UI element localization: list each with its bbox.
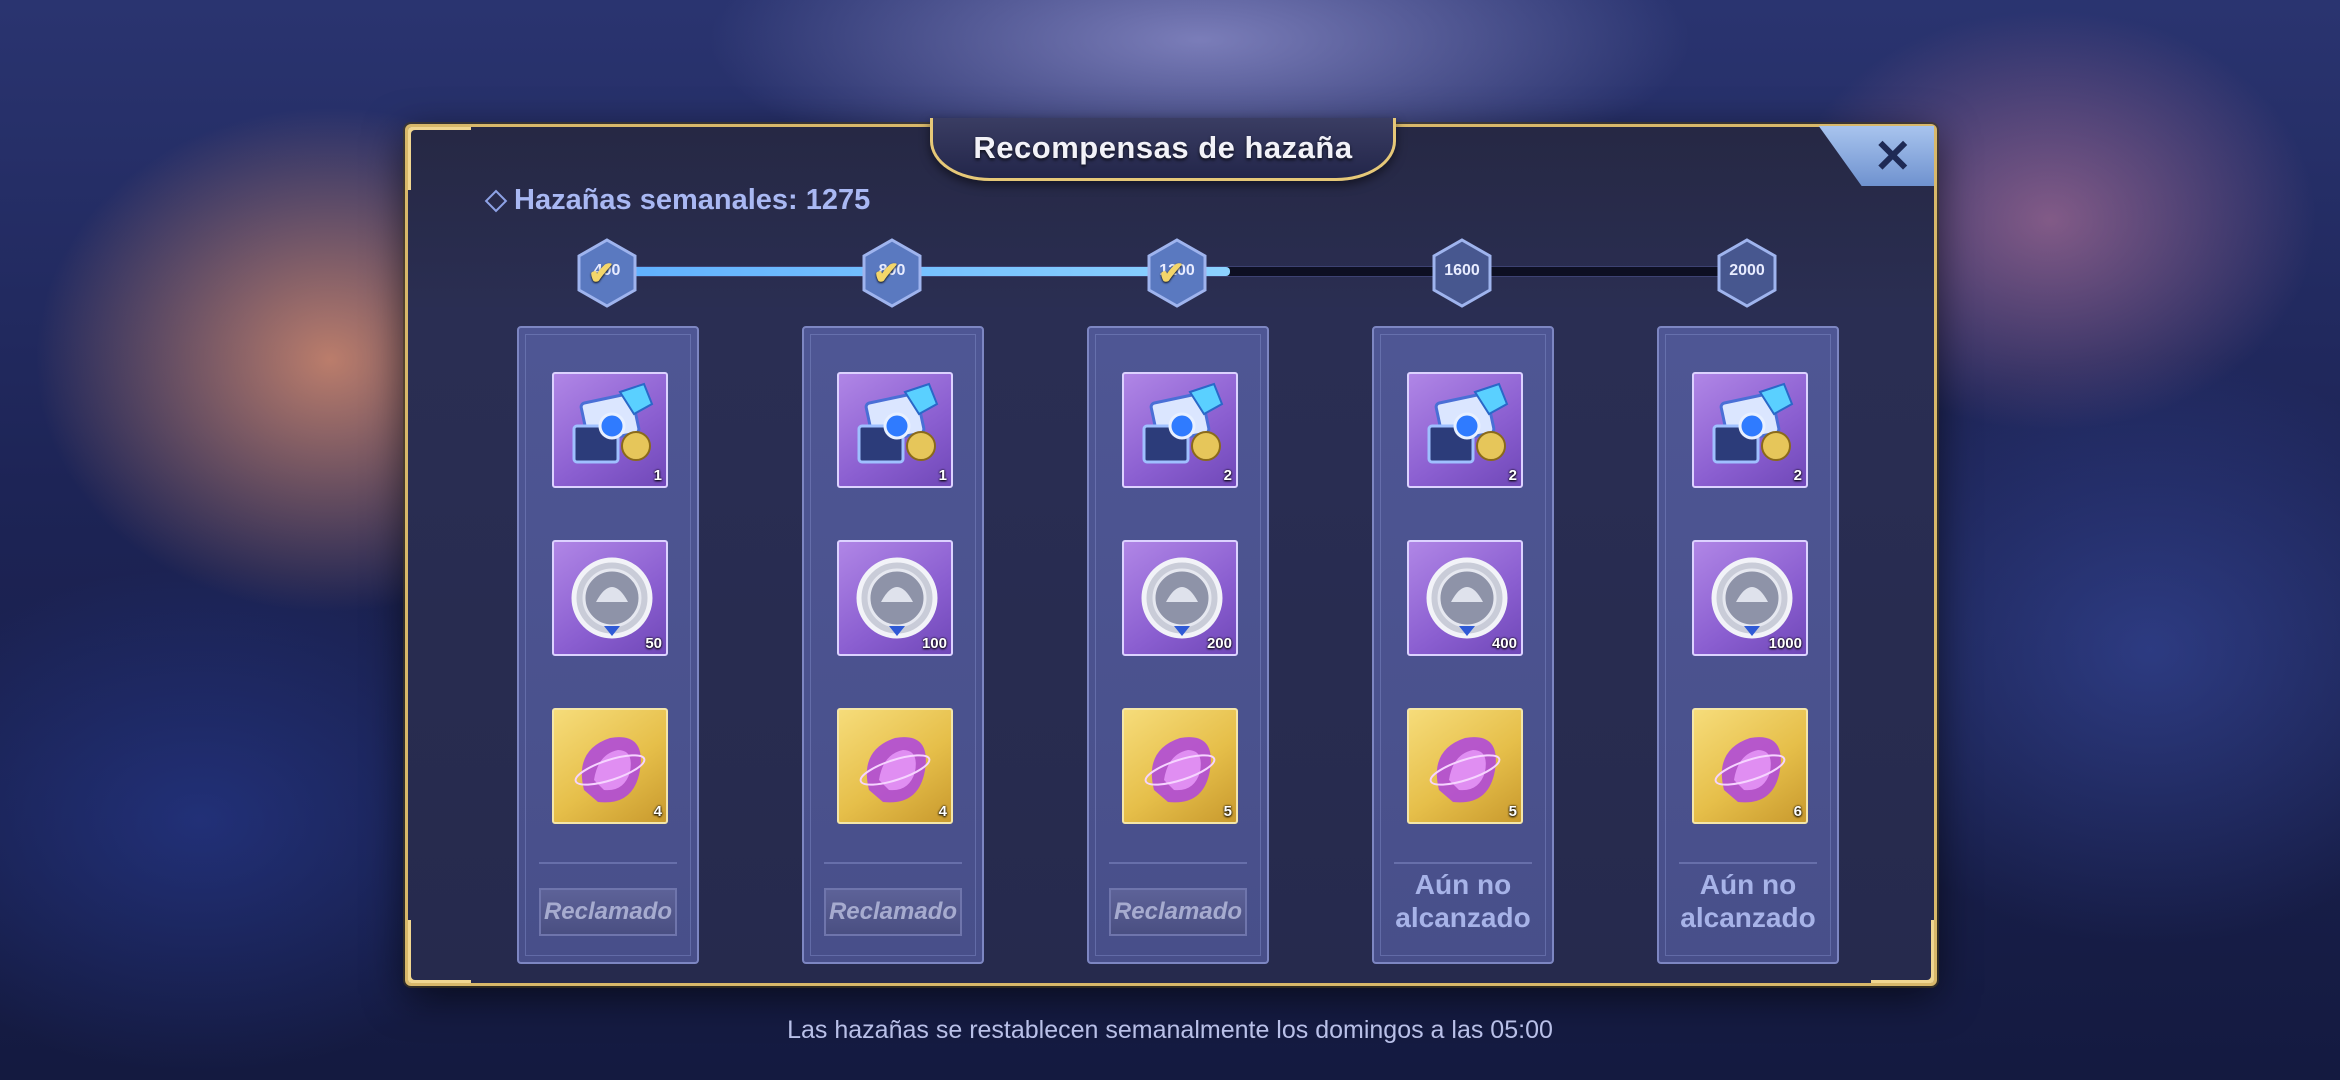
reward-quantity: 1 xyxy=(653,467,662,484)
divider xyxy=(824,862,962,864)
checkmark-icon: ✔ xyxy=(1158,255,1185,291)
reward-item[interactable]: 6 xyxy=(1692,708,1808,824)
mystery-box-icon xyxy=(1124,374,1236,486)
reward-quantity: 2 xyxy=(1223,467,1232,484)
reward-item[interactable]: 4 xyxy=(837,708,953,824)
reward-quantity: 4 xyxy=(653,803,662,820)
purple-essence-icon xyxy=(554,710,666,822)
purple-essence-icon xyxy=(839,710,951,822)
claimed-button[interactable]: Reclamado xyxy=(824,888,962,936)
reward-item[interactable]: 5 xyxy=(1122,708,1238,824)
reward-quantity: 5 xyxy=(1508,803,1517,820)
checkmark-icon: ✔ xyxy=(588,255,615,291)
reward-item[interactable]: 50 xyxy=(552,540,668,656)
not-reached-status: Aún no alcanzado xyxy=(1659,868,1837,934)
weekly-feats-label: Hazañas semanales: 1275 xyxy=(514,184,871,216)
mystery-box-icon xyxy=(554,374,666,486)
reward-tier-column: 1 50 4 Reclamado xyxy=(517,326,699,964)
corner-ornament xyxy=(408,127,471,190)
milestone-value: 1600 xyxy=(1444,262,1480,279)
reward-item[interactable]: 2 xyxy=(1122,372,1238,488)
reset-note: Las hazañas se restablecen semanalmente … xyxy=(787,1016,1553,1044)
reward-tier-column: 2 1000 6 Aún no alcanzado xyxy=(1657,326,1839,964)
reward-tier-column: 2 200 5 Reclamado xyxy=(1087,326,1269,964)
purple-essence-icon xyxy=(1124,710,1236,822)
divider xyxy=(1109,862,1247,864)
reward-quantity: 5 xyxy=(1223,803,1232,820)
status-line: alcanzado xyxy=(1395,902,1531,933)
reward-quantity: 100 xyxy=(921,635,947,652)
claimed-label: Reclamado xyxy=(1113,898,1243,925)
reward-item[interactable]: 2 xyxy=(1692,372,1808,488)
corner-ornament xyxy=(408,920,471,983)
milestone-node: 1600 xyxy=(1431,238,1493,308)
status-line: Aún no xyxy=(1699,869,1797,900)
dialog-title: Recompensas de hazaña xyxy=(973,130,1353,165)
claimed-button[interactable]: Reclamado xyxy=(539,888,677,936)
divider xyxy=(539,862,677,864)
checkmark-icon: ✔ xyxy=(873,255,900,291)
milestone-node: 800 ✔ xyxy=(861,238,923,308)
divider xyxy=(1679,862,1817,864)
weekly-feats: Hazañas semanales: 1275 xyxy=(484,184,871,217)
mystery-box-icon xyxy=(1694,374,1806,486)
close-icon: ✕ xyxy=(1873,130,1912,182)
reward-quantity: 4 xyxy=(938,803,947,820)
reward-quantity: 6 xyxy=(1793,803,1802,820)
reward-item[interactable]: 5 xyxy=(1407,708,1523,824)
not-reached-status: Aún no alcanzado xyxy=(1374,868,1552,934)
reward-quantity: 400 xyxy=(1491,635,1517,652)
reward-item[interactable]: 400 xyxy=(1407,540,1523,656)
title-plate: Recompensas de hazaña xyxy=(930,118,1396,181)
milestone-value: 2000 xyxy=(1729,262,1765,279)
reward-item[interactable]: 2 xyxy=(1407,372,1523,488)
claimed-label: Reclamado xyxy=(543,898,673,925)
claimed-button[interactable]: Reclamado xyxy=(1109,888,1247,936)
reward-item[interactable]: 100 xyxy=(837,540,953,656)
reward-tier-column: 2 400 5 Aún no alcanzado xyxy=(1372,326,1554,964)
reward-quantity: 1 xyxy=(938,467,947,484)
status-line: alcanzado xyxy=(1680,902,1816,933)
reward-item[interactable]: 4 xyxy=(552,708,668,824)
reward-quantity: 200 xyxy=(1206,635,1232,652)
status-line: Aún no xyxy=(1414,869,1512,900)
purple-essence-icon xyxy=(1694,710,1806,822)
reward-quantity: 50 xyxy=(645,635,662,652)
reward-item[interactable]: 1 xyxy=(552,372,668,488)
claimed-label: Reclamado xyxy=(828,898,958,925)
reward-item[interactable]: 1 xyxy=(837,372,953,488)
mystery-box-icon xyxy=(839,374,951,486)
reward-quantity: 2 xyxy=(1793,467,1802,484)
reward-item[interactable]: 1000 xyxy=(1692,540,1808,656)
diamond-icon xyxy=(484,189,508,212)
milestone-node: 2000 xyxy=(1716,238,1778,308)
divider xyxy=(1394,862,1532,864)
mystery-box-icon xyxy=(1409,374,1521,486)
reward-quantity: 2 xyxy=(1508,467,1517,484)
purple-essence-icon xyxy=(1409,710,1521,822)
milestone-node: 400 ✔ xyxy=(576,238,638,308)
milestone-node: 1200 ✔ xyxy=(1146,238,1208,308)
corner-ornament xyxy=(1871,920,1934,983)
reward-quantity: 1000 xyxy=(1768,635,1802,652)
reward-item[interactable]: 200 xyxy=(1122,540,1238,656)
reward-tier-column: 1 100 4 Reclamado xyxy=(802,326,984,964)
